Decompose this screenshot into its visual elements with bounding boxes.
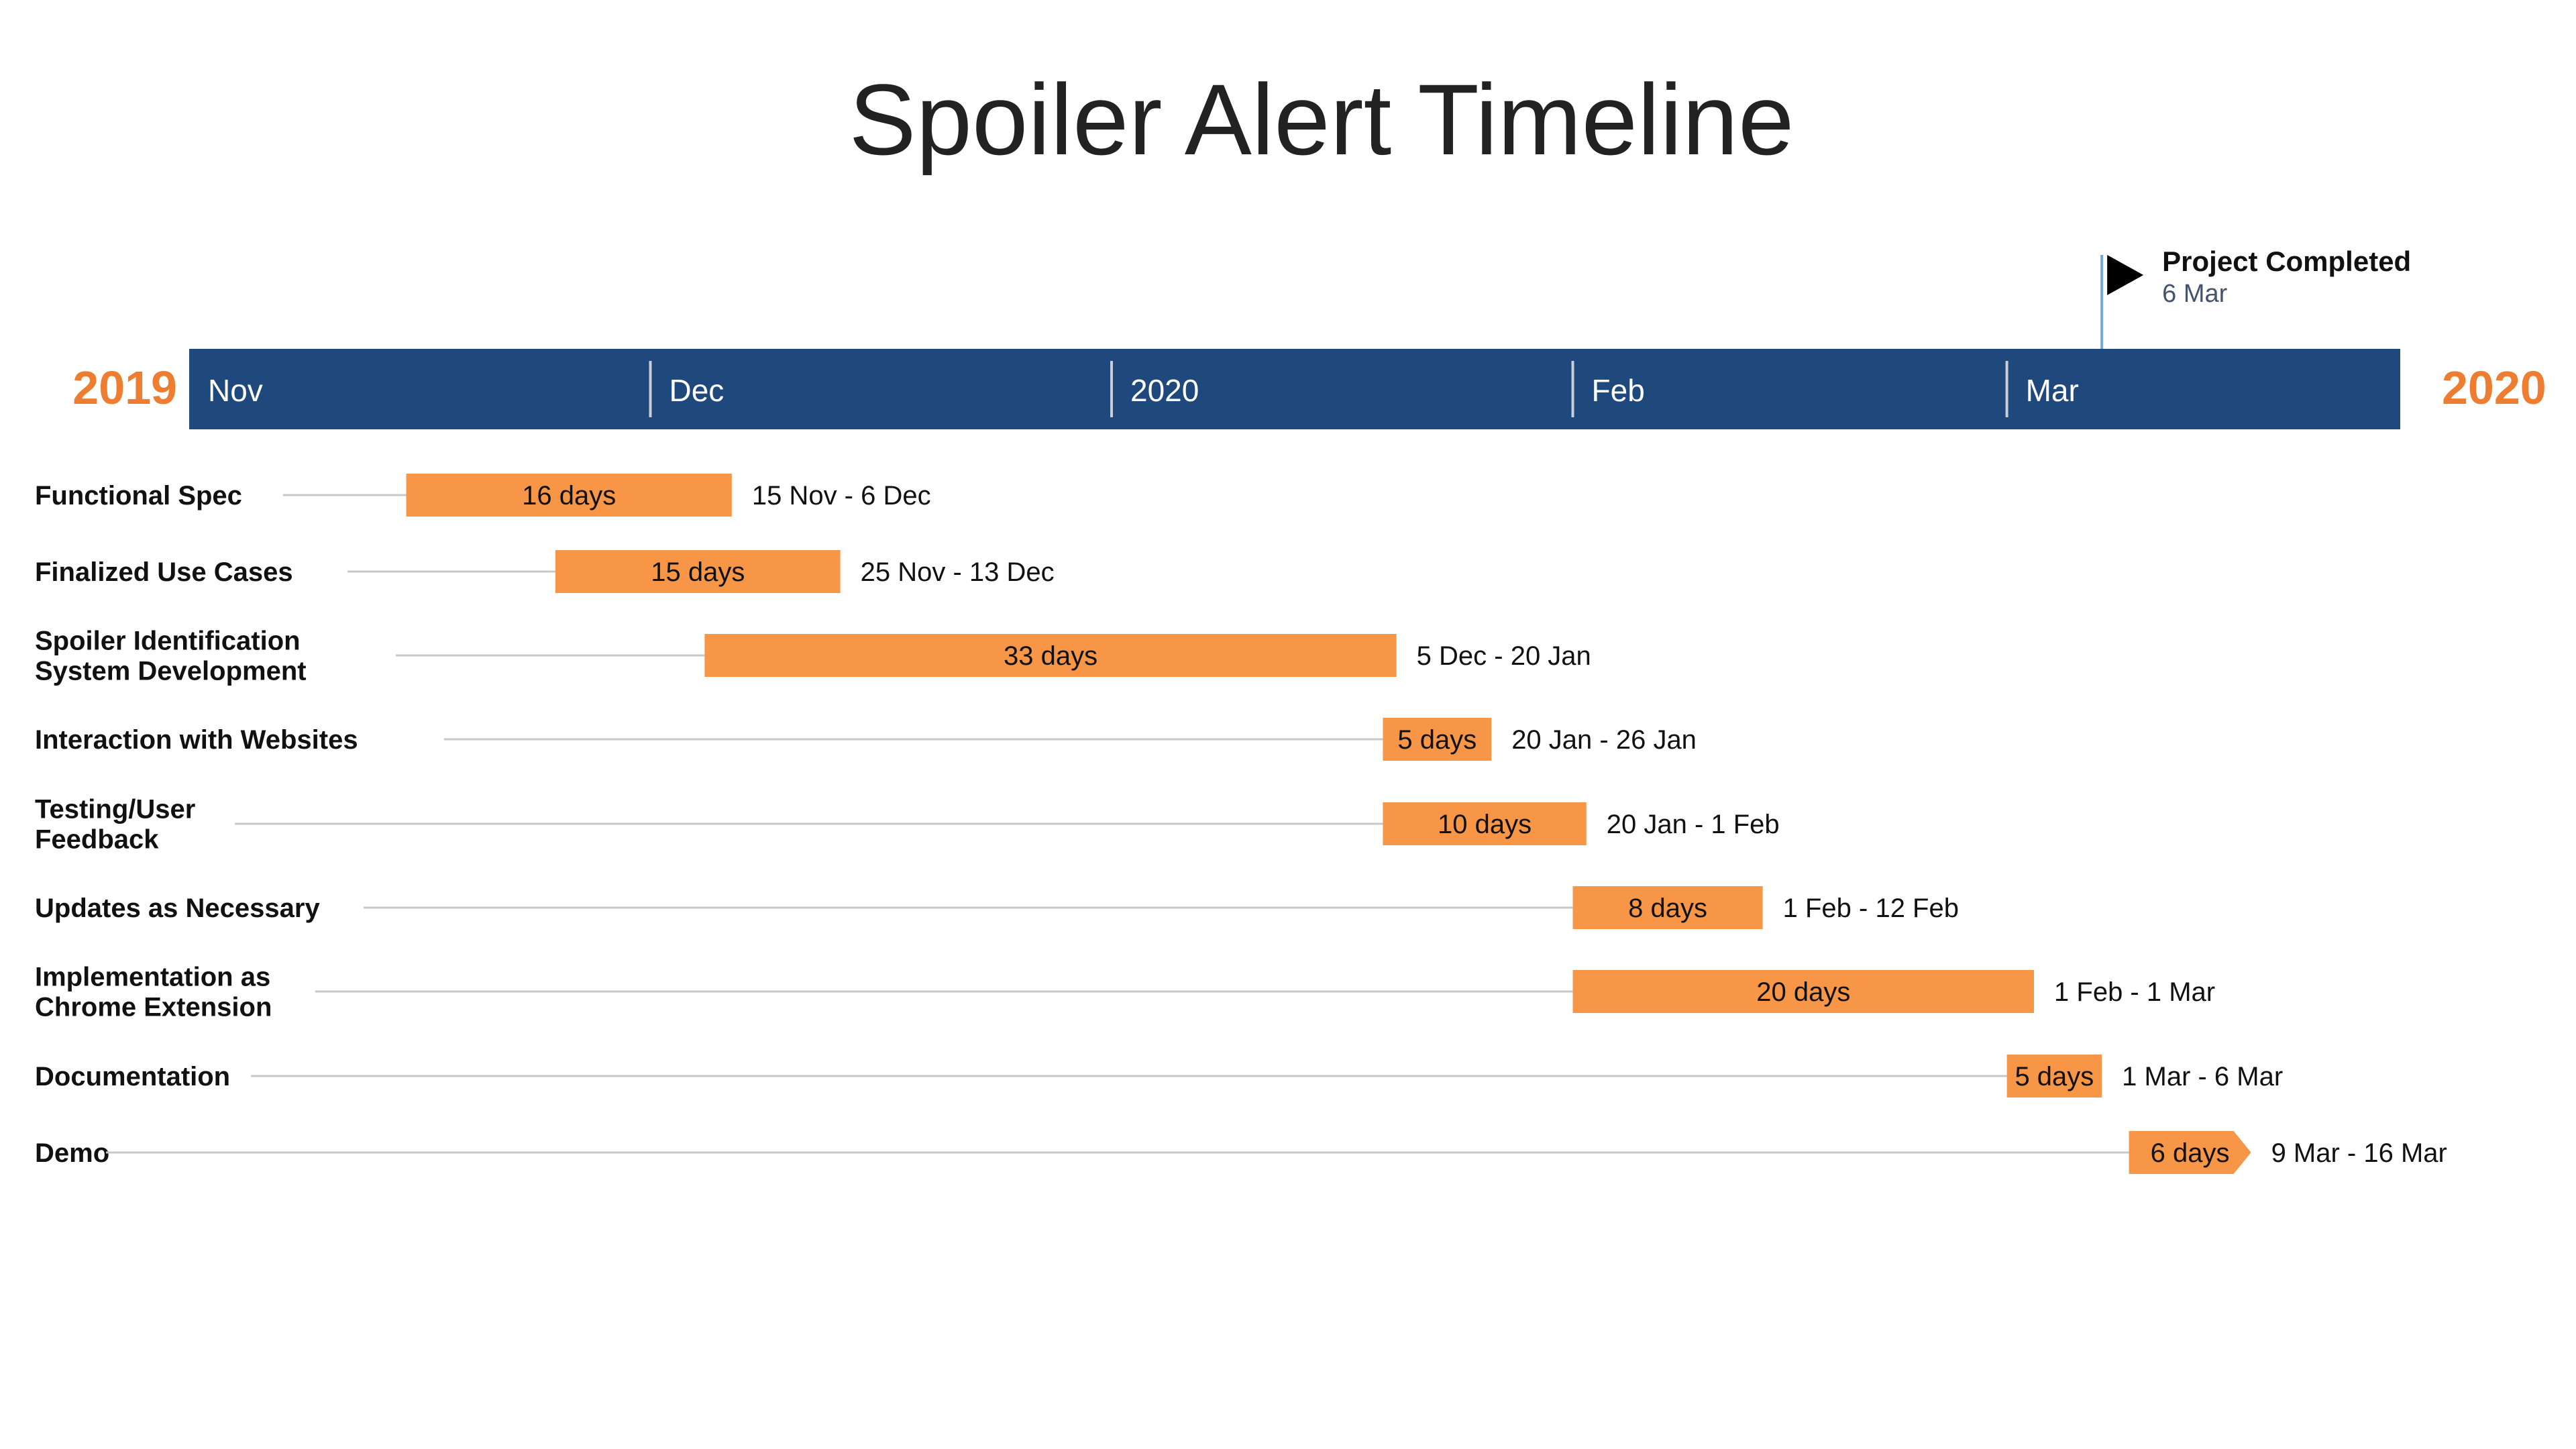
task-row: Finalized Use Cases 15 days 25 Nov - 13 De…: [35, 550, 1055, 593]
duration-label: 15 days: [651, 557, 745, 587]
date-range-label: 9 Mar - 16 Mar: [2271, 1138, 2447, 1168]
timeline-band-group: Nov Dec 2020 Feb Mar 2019 2020: [72, 349, 2546, 429]
task-name: Documentation: [35, 1062, 230, 1091]
task-name-line: System Development: [35, 657, 307, 686]
task-rows-group: Functional Spec 16 days 15 Nov - 6 Dec Fina…: [35, 474, 2447, 1174]
task-name: Demo: [35, 1138, 109, 1168]
duration-label: 10 days: [1438, 810, 1532, 839]
task-row: Implementation as Chrome Extension 20 days…: [35, 963, 2215, 1022]
date-range-label: 5 Dec - 20 Jan: [1417, 641, 1591, 671]
task-name-line: Testing/User: [35, 795, 195, 824]
task-name-line: Functional Spec: [35, 481, 242, 511]
month-label: Nov: [208, 373, 263, 408]
task-name-line: Updates as Necessary: [35, 894, 320, 923]
task-row: Demo 6 days 9 Mar - 16 Mar: [35, 1131, 2447, 1174]
task-name: Updates as Necessary: [35, 894, 320, 923]
timeline-slide: Spoiler Alert Timeline Nov Dec 2020 Feb Mar 2…: [0, 0, 2576, 1449]
task-row: Documentation 5 days 1 Mar - 6 Mar: [35, 1055, 2283, 1097]
task-name: Functional Spec: [35, 481, 242, 511]
duration-label: 16 days: [522, 481, 616, 511]
milestone-label: Project Completed: [2162, 246, 2411, 277]
milestone-group: Project Completed 6 Mar: [2100, 246, 2411, 349]
date-range-label: 1 Mar - 6 Mar: [2122, 1062, 2283, 1091]
date-range-label: 1 Feb - 1 Mar: [2054, 977, 2215, 1007]
task-name: Implementation as Chrome Extension: [35, 963, 272, 1022]
task-row: Updates as Necessary 8 days 1 Feb - 12 Feb: [35, 886, 1959, 929]
task-name: Finalized Use Cases: [35, 557, 293, 587]
task-name-line: Chrome Extension: [35, 993, 272, 1022]
date-range-label: 25 Nov - 13 Dec: [861, 557, 1055, 587]
end-year-label: 2020: [2442, 362, 2546, 414]
task-row: Functional Spec 16 days 15 Nov - 6 Dec: [35, 474, 931, 517]
task-name-line: Finalized Use Cases: [35, 557, 293, 587]
task-name-line: Interaction with Websites: [35, 725, 358, 755]
duration-label: 5 days: [2015, 1062, 2094, 1091]
date-range-label: 20 Jan - 1 Feb: [1607, 810, 1780, 839]
month-label: Mar: [2026, 373, 2079, 408]
task-row: Testing/User Feedback 10 days 20 Jan - 1 Fe…: [35, 795, 1780, 855]
gantt-chart: Spoiler Alert Timeline Nov Dec 2020 Feb Mar 2…: [35, 63, 2546, 1174]
date-range-label: 15 Nov - 6 Dec: [752, 481, 931, 511]
month-label: 2020: [1130, 373, 1199, 408]
task-row: Interaction with Websites 5 days 20 Jan - …: [35, 718, 1697, 761]
duration-label: 33 days: [1004, 641, 1097, 671]
month-label: Dec: [669, 373, 724, 408]
task-name: Spoiler Identification System Development: [35, 627, 307, 686]
task-row: Spoiler Identification System Development…: [35, 627, 1591, 686]
milestone-date: 6 Mar: [2162, 280, 2227, 308]
date-range-label: 1 Feb - 12 Feb: [1783, 894, 1959, 923]
task-name: Interaction with Websites: [35, 725, 358, 755]
duration-label: 6 days: [2151, 1138, 2230, 1168]
duration-label: 5 days: [1397, 725, 1477, 755]
start-year-label: 2019: [72, 362, 177, 414]
duration-label: 20 days: [1756, 977, 1850, 1007]
task-name-line: Spoiler Identification: [35, 627, 301, 656]
task-name-line: Feedback: [35, 825, 159, 855]
flag-icon: [2107, 255, 2144, 295]
chart-title: Spoiler Alert Timeline: [849, 63, 1794, 176]
date-range-label: 20 Jan - 26 Jan: [1511, 725, 1697, 755]
task-name: Testing/User Feedback: [35, 795, 195, 855]
task-name-line: Documentation: [35, 1062, 230, 1091]
month-label: Feb: [1592, 373, 1645, 408]
duration-label: 8 days: [1628, 894, 1707, 923]
task-name-line: Implementation as: [35, 963, 270, 992]
task-name-line: Demo: [35, 1138, 109, 1168]
